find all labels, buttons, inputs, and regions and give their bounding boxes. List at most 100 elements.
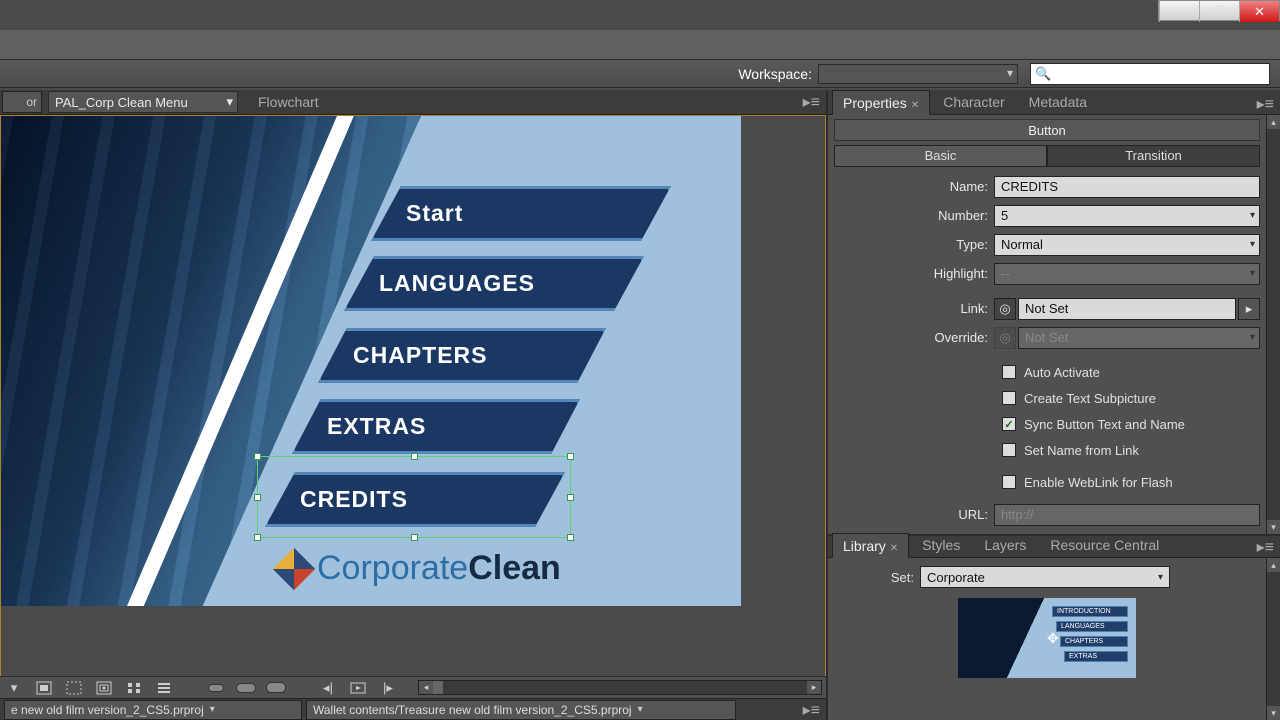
tab-properties[interactable]: Properties✕ <box>832 90 930 115</box>
properties-heading: Button <box>834 119 1260 141</box>
scroll-right-arrow[interactable]: ▸ <box>807 681 821 694</box>
library-scrollbar[interactable]: ▴ ▾ <box>1266 558 1280 720</box>
weblink-checkbox[interactable] <box>1002 475 1016 489</box>
window-minimize-button[interactable]: – <box>1159 1 1199 22</box>
number-label: Number: <box>834 208 994 223</box>
link-play-button[interactable]: ▸ <box>1238 298 1260 320</box>
type-dropdown[interactable]: Normal▾ <box>994 234 1260 256</box>
window-maximize-button[interactable]: ❐ <box>1199 1 1239 22</box>
resize-handle[interactable] <box>567 534 574 541</box>
library-thumbnail[interactable]: INTRODUCTION LANGUAGES CHAPTERS EXTRAS ✥ <box>958 598 1136 678</box>
create-subpicture-checkbox[interactable] <box>1002 391 1016 405</box>
properties-tabs: Properties✕ Character Metadata ▸≡ <box>828 90 1280 115</box>
tab-styles[interactable]: Styles <box>911 532 971 557</box>
override-pickwhip-icon: ◎ <box>994 327 1016 349</box>
chevron-down-icon: ▾ <box>1250 210 1255 221</box>
highlight-label: Highlight: <box>834 266 994 281</box>
resize-handle[interactable] <box>411 534 418 541</box>
subtab-basic[interactable]: Basic <box>834 145 1047 167</box>
pill-med-button[interactable] <box>236 680 256 696</box>
resize-handle[interactable] <box>411 453 418 460</box>
auto-activate-checkbox[interactable] <box>1002 365 1016 379</box>
weblink-label: Enable WebLink for Flash <box>1024 475 1173 490</box>
type-label: Type: <box>834 237 994 252</box>
project-tab[interactable]: e new old film version_2_CS5.prproj▾ <box>4 700 302 720</box>
chevron-down-icon: ▾ <box>638 704 643 715</box>
resize-handle[interactable] <box>567 494 574 501</box>
scroll-up-arrow[interactable]: ▴ <box>1267 558 1280 572</box>
panel-menu-icon[interactable]: ▸≡ <box>1257 94 1274 114</box>
chevron-down-icon: ▾ <box>1250 268 1255 279</box>
name-field[interactable]: CREDITS <box>994 176 1260 198</box>
project-tab[interactable]: Wallet contents/Treasure new old film ve… <box>306 700 736 720</box>
link-label: Link: <box>834 301 994 316</box>
sync-button-checkbox[interactable]: ✓ <box>1002 417 1016 431</box>
menu-button-chapters[interactable]: CHAPTERS <box>318 328 606 383</box>
workspace-label: Workspace: <box>738 66 812 82</box>
thumb-item: EXTRAS <box>1064 651 1128 662</box>
window-close-button[interactable]: ✕ <box>1239 1 1279 22</box>
scroll-up-arrow[interactable]: ▴ <box>1267 115 1280 129</box>
link-dropdown[interactable]: Not Set <box>1018 298 1236 320</box>
tab-metadata[interactable]: Metadata <box>1018 89 1098 114</box>
set-name-checkbox[interactable] <box>1002 443 1016 457</box>
prev-frame-button[interactable]: ◂| <box>318 680 338 696</box>
chevron-down-icon: ▾ <box>1250 332 1255 343</box>
resize-handle[interactable] <box>567 453 574 460</box>
override-label: Override: <box>834 330 994 345</box>
panel-menu-icon[interactable]: ▸≡ <box>803 92 820 112</box>
scroll-down-arrow[interactable]: ▾ <box>1267 520 1280 534</box>
list-button[interactable] <box>154 680 174 696</box>
menu-button-languages[interactable]: LANGUAGES <box>344 256 644 311</box>
horizontal-scrollbar[interactable]: ◂ ▸ <box>418 680 822 695</box>
highlight-dropdown: --▾ <box>994 263 1260 285</box>
menu-canvas[interactable]: Start LANGUAGES CHAPTERS EXTRAS CREDITS <box>0 115 826 677</box>
scroll-thumb[interactable] <box>433 681 443 694</box>
tab-fragment[interactable]: or <box>2 91 42 113</box>
auto-activate-label: Auto Activate <box>1024 365 1100 380</box>
play-button[interactable] <box>348 680 368 696</box>
document-dropdown[interactable]: PAL_Corp Clean Menu▾ <box>48 91 238 113</box>
thumb-item: LANGUAGES <box>1056 621 1128 632</box>
logo-diamond-icon <box>273 547 315 589</box>
center-button[interactable] <box>94 680 114 696</box>
scroll-down-arrow[interactable]: ▾ <box>1267 706 1280 720</box>
menu-button-start[interactable]: Start <box>371 186 671 241</box>
app-menubar: Workspace: 🔍 <box>0 60 1280 88</box>
link-pickwhip-icon[interactable]: ◎ <box>994 298 1016 320</box>
selection-outline[interactable] <box>257 456 571 538</box>
set-dropdown[interactable]: Corporate▾ <box>920 566 1170 588</box>
panel-menu-icon[interactable]: ▸≡ <box>803 700 820 720</box>
name-label: Name: <box>834 179 994 194</box>
close-icon[interactable]: ✕ <box>911 100 919 111</box>
app-titlebar <box>0 30 1280 60</box>
subtab-transition[interactable]: Transition <box>1047 145 1260 167</box>
properties-scrollbar[interactable]: ▴ ▾ <box>1266 115 1280 534</box>
library-tabs: Library✕ Styles Layers Resource Central … <box>828 534 1280 558</box>
workspace-dropdown[interactable] <box>818 64 1018 84</box>
menu-button-extras[interactable]: EXTRAS <box>292 399 580 454</box>
url-field: http:// <box>994 504 1260 526</box>
pill-large-button[interactable] <box>266 680 286 696</box>
project-bar: e new old film version_2_CS5.prproj▾ Wal… <box>0 698 826 720</box>
resize-handle[interactable] <box>254 494 261 501</box>
panel-menu-icon[interactable]: ▸≡ <box>1257 537 1274 557</box>
corporate-clean-logo: CorporateClean <box>279 549 561 588</box>
search-input[interactable]: 🔍 <box>1030 63 1270 85</box>
number-dropdown[interactable]: 5▾ <box>994 205 1260 227</box>
routing-button[interactable] <box>64 680 84 696</box>
tab-flowchart[interactable]: Flowchart <box>258 94 319 110</box>
tab-character[interactable]: Character <box>932 89 1015 114</box>
tab-library[interactable]: Library✕ <box>832 533 909 558</box>
close-icon[interactable]: ✕ <box>890 543 898 554</box>
scroll-left-arrow[interactable]: ◂ <box>419 681 433 694</box>
tab-layers[interactable]: Layers <box>973 532 1037 557</box>
next-frame-button[interactable]: |▸ <box>378 680 398 696</box>
pill-small-button[interactable] <box>206 680 226 696</box>
resize-handle[interactable] <box>254 534 261 541</box>
safe-area-button[interactable] <box>34 680 54 696</box>
tab-resource-central[interactable]: Resource Central <box>1039 532 1170 557</box>
resize-handle[interactable] <box>254 453 261 460</box>
grid-button[interactable] <box>124 680 144 696</box>
zoom-dropdown[interactable]: ▾ <box>4 680 24 696</box>
